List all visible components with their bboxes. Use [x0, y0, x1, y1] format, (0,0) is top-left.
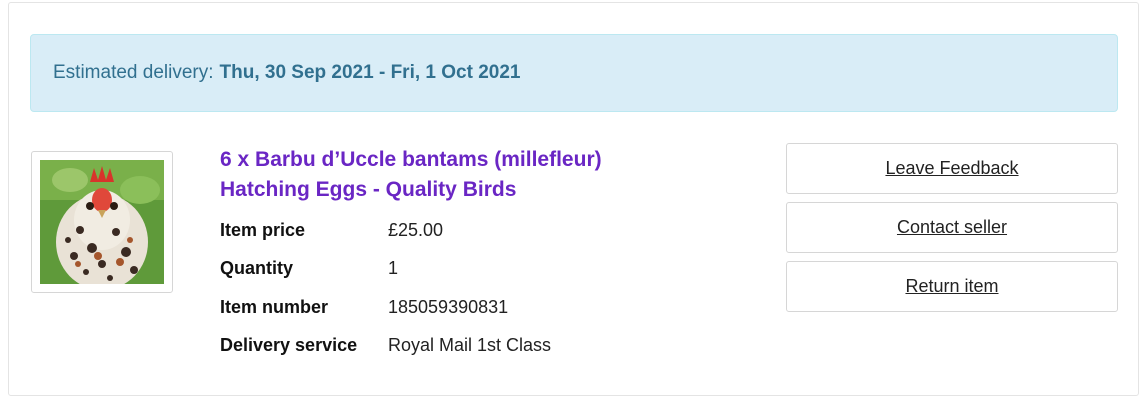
item-details-table: Item price £25.00 Quantity 1 Item number… [220, 211, 551, 365]
detail-value: Royal Mail 1st Class [388, 335, 552, 356]
detail-label: Item price [220, 219, 306, 240]
detail-row-quantity: Quantity 1 [220, 250, 551, 289]
return-item-button[interactable]: Return item [786, 261, 1118, 312]
item-actions: Leave Feedback Contact seller Return ite… [786, 143, 1118, 320]
estimated-delivery-banner: Estimated delivery: Thu, 30 Sep 2021 - F… [30, 34, 1118, 112]
item-title-line-1[interactable]: 6 x Barbu d’Uccle bantams (millefleur) [220, 148, 602, 171]
detail-row-delivery-service: Delivery service Royal Mail 1st Class [220, 327, 551, 366]
detail-label: Quantity [220, 258, 294, 279]
detail-row-item-number: Item number 185059390831 [220, 288, 551, 327]
item-thumbnail[interactable] [31, 151, 173, 293]
detail-value: £25.00 [388, 219, 444, 240]
estimated-delivery-dates: Thu, 30 Sep 2021 - Fri, 1 Oct 2021 [219, 62, 521, 83]
leave-feedback-button[interactable]: Leave Feedback [786, 143, 1118, 194]
detail-label: Delivery service [220, 335, 358, 356]
contact-seller-button[interactable]: Contact seller [786, 202, 1118, 253]
detail-row-item-price: Item price £25.00 [220, 211, 551, 250]
detail-label: Item number [220, 296, 329, 317]
detail-value: 185059390831 [388, 296, 509, 317]
item-title[interactable]: 6 x Barbu d’Uccle bantams (millefleur) H… [220, 145, 740, 205]
estimated-delivery-label: Estimated delivery: [53, 62, 214, 83]
item-title-line-2[interactable]: Hatching Eggs - Quality Birds [220, 178, 516, 201]
chicken-photo-icon [40, 160, 164, 284]
detail-value: 1 [388, 258, 399, 279]
